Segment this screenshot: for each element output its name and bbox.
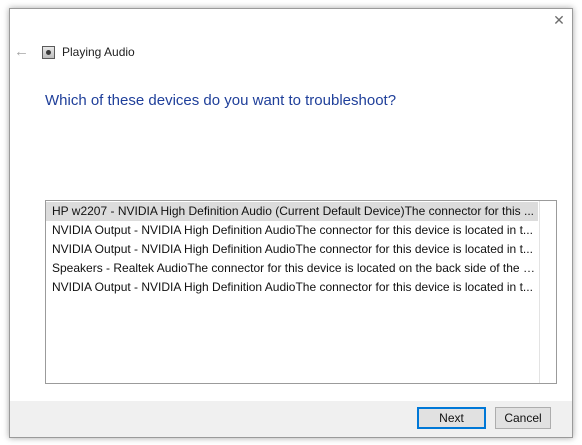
next-button[interactable]: Next — [417, 407, 486, 429]
page-question: Which of these devices do you want to tr… — [45, 92, 397, 109]
device-list-item[interactable]: NVIDIA Output - NVIDIA High Definition A… — [46, 240, 538, 259]
device-list-item[interactable]: Speakers - Realtek AudioThe connector fo… — [46, 259, 538, 278]
device-listbox[interactable]: HP w2207 - NVIDIA High Definition Audio … — [45, 200, 557, 384]
device-list-item[interactable]: NVIDIA Output - NVIDIA High Definition A… — [46, 278, 538, 297]
cancel-button[interactable]: Cancel — [495, 407, 551, 429]
back-arrow-icon[interactable]: ← — [14, 44, 30, 60]
device-list-item[interactable]: NVIDIA Output - NVIDIA High Definition A… — [46, 221, 538, 240]
header: ← Playing Audio — [14, 42, 135, 62]
speaker-app-icon — [42, 45, 55, 59]
window-title: Playing Audio — [62, 45, 135, 59]
troubleshooter-window: ✕ ← Playing Audio Which of these devices… — [9, 8, 573, 438]
device-list-item[interactable]: HP w2207 - NVIDIA High Definition Audio … — [46, 202, 538, 221]
vertical-scrollbar[interactable] — [539, 201, 556, 383]
close-icon[interactable]: ✕ — [552, 13, 566, 27]
device-list: HP w2207 - NVIDIA High Definition Audio … — [46, 202, 538, 297]
footer-bar: Next Cancel — [10, 401, 572, 437]
